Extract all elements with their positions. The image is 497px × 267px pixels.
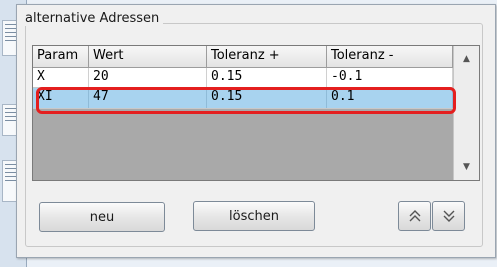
cell-wert[interactable]: 20	[89, 68, 207, 87]
cell-wert[interactable]: 47	[89, 88, 207, 108]
new-button[interactable]: neu	[39, 202, 165, 232]
column-header-toleranz-minus[interactable]: Toleranz -	[327, 46, 453, 67]
group-title: alternative Adressen	[21, 11, 164, 26]
double-chevron-up-icon	[408, 209, 422, 223]
table-header: Param Wert Toleranz + Toleranz -	[33, 46, 453, 68]
cell-toleranz-plus[interactable]: 0.15	[207, 88, 327, 108]
column-header-toleranz-plus[interactable]: Toleranz +	[207, 46, 327, 67]
cell-param[interactable]: XI	[33, 88, 89, 108]
cell-toleranz-plus[interactable]: 0.15	[207, 68, 327, 87]
vertical-scrollbar[interactable]: ▲ ▼	[453, 46, 479, 180]
move-up-button[interactable]	[398, 201, 431, 231]
alternative-addresses-panel: alternative Adressen Param Wert Toleranz…	[16, 4, 496, 258]
column-header-wert[interactable]: Wert	[89, 46, 207, 67]
cell-toleranz-minus[interactable]: -0.1	[327, 68, 453, 87]
double-chevron-down-icon	[442, 209, 456, 223]
scroll-down-arrow-icon[interactable]: ▼	[454, 156, 479, 178]
table-row[interactable]: X 20 0.15 -0.1	[33, 68, 453, 88]
delete-button[interactable]: löschen	[193, 201, 315, 231]
scroll-up-arrow-icon[interactable]: ▲	[454, 48, 479, 70]
move-down-button[interactable]	[432, 201, 465, 231]
cell-param[interactable]: X	[33, 68, 89, 87]
column-header-param[interactable]: Param	[33, 46, 89, 67]
table-row-selected[interactable]: XI 47 0.15 0.1	[33, 88, 453, 109]
cell-toleranz-minus[interactable]: 0.1	[327, 88, 453, 108]
address-table[interactable]: Param Wert Toleranz + Toleranz - X 20 0.…	[32, 45, 480, 181]
